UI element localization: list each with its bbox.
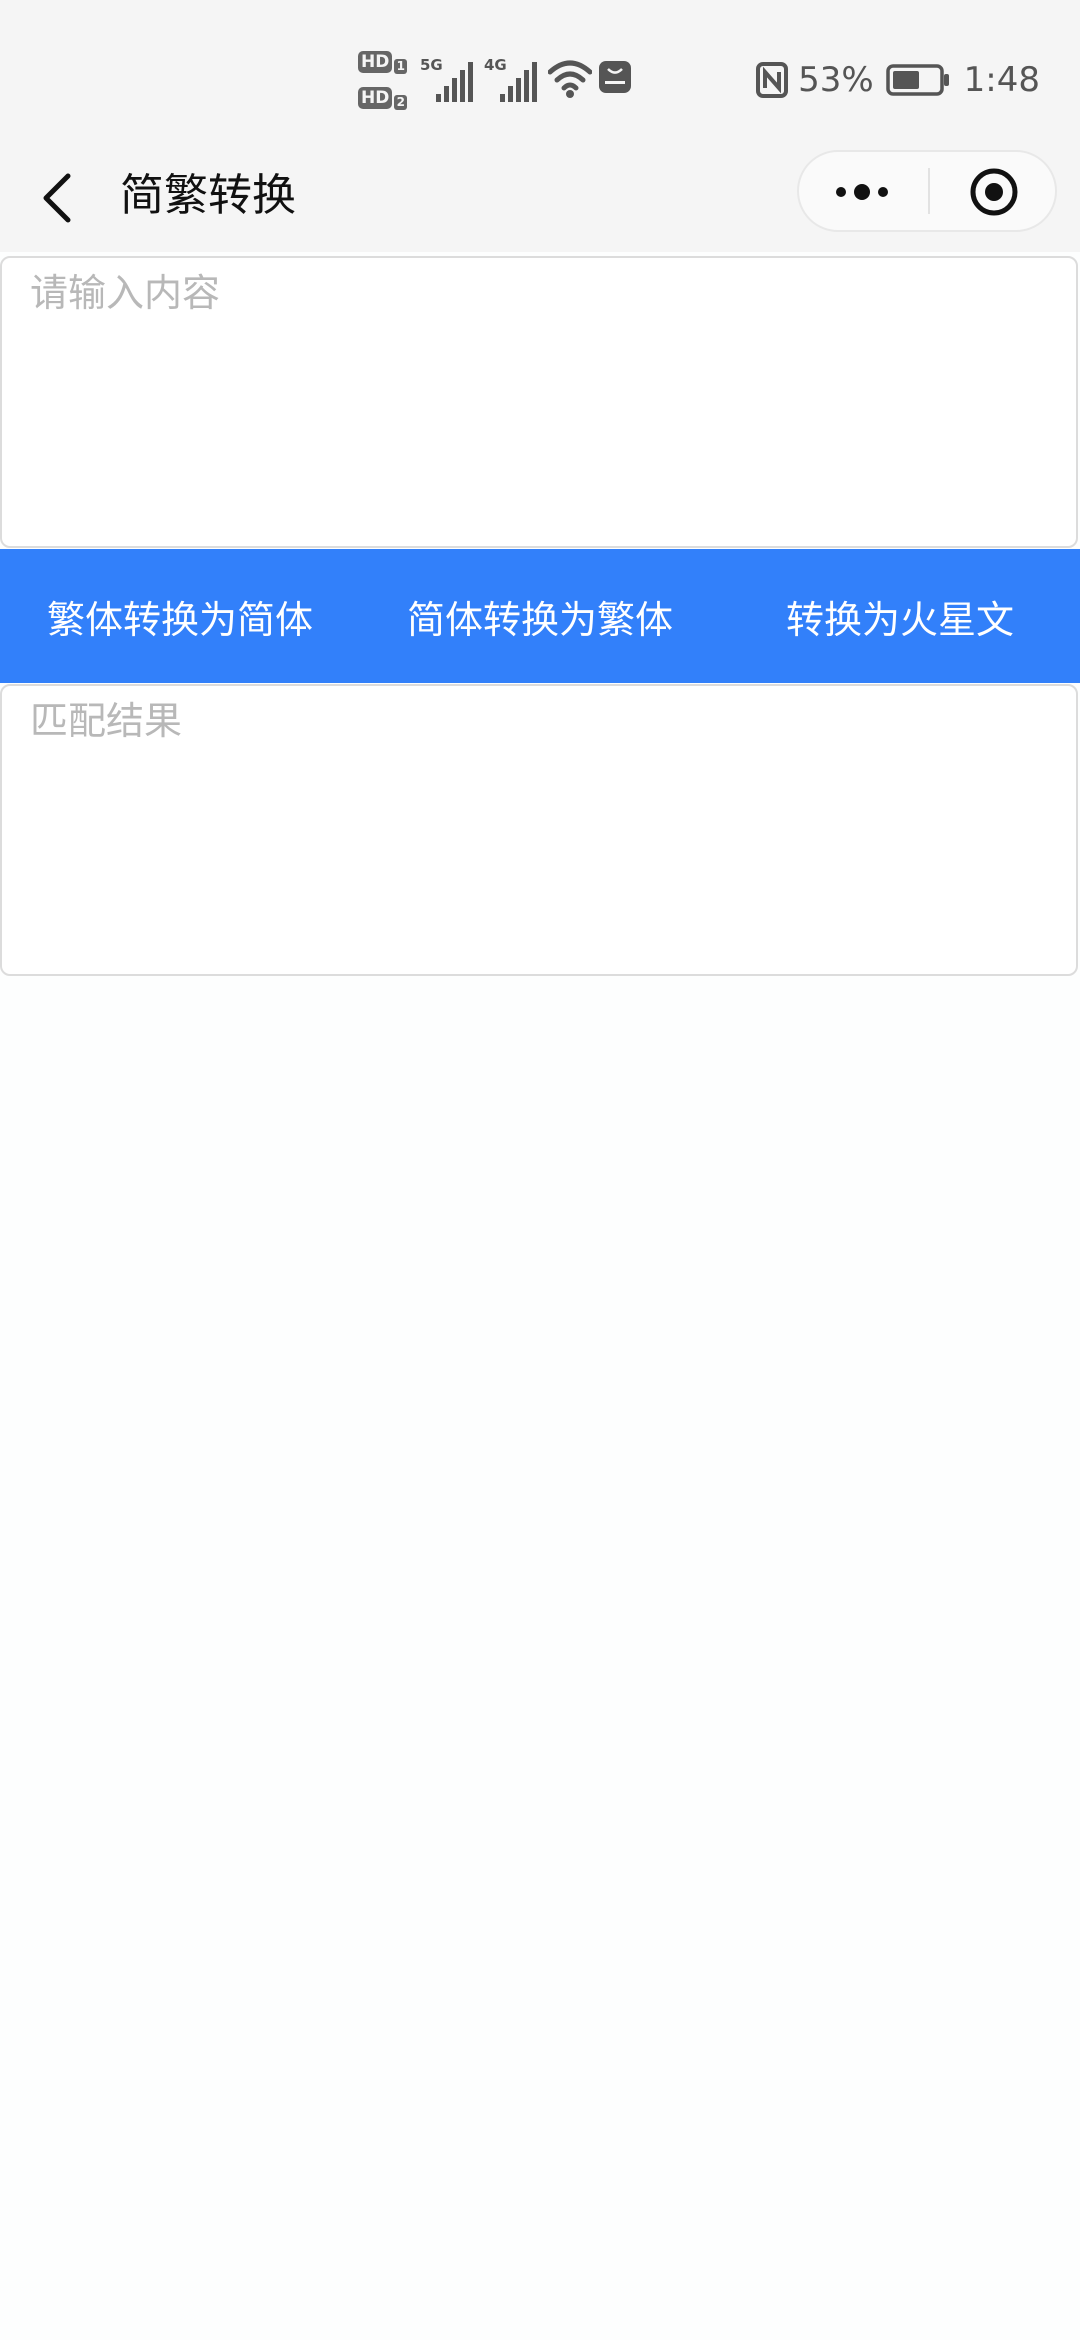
app-store-icon <box>599 61 631 93</box>
wifi-icon <box>548 60 592 98</box>
hd-sim1-icon: HD 1 <box>358 48 410 74</box>
close-button[interactable] <box>930 152 1055 230</box>
action-bar: 繁体转换为简体 简体转换为繁体 转换为火星文 <box>0 549 1080 683</box>
target-circle-icon <box>970 168 1018 216</box>
signal-icon <box>500 62 537 102</box>
signal-5g: 5G <box>420 56 480 104</box>
signal-icon <box>436 62 473 102</box>
battery-icon <box>885 64 949 96</box>
top-area: HD 1 HD 2 5G 4G 53% 1:48 简繁转换 <box>0 0 1080 252</box>
screen: HD 1 HD 2 5G 4G 53% 1:48 简繁转换 请输入内容 繁体转换… <box>0 0 1080 2340</box>
more-dots-icon <box>836 184 888 200</box>
input-textarea[interactable] <box>0 256 1078 548</box>
page-title: 简繁转换 <box>120 170 296 221</box>
more-button[interactable] <box>799 152 927 230</box>
nav-bar: 简繁转换 <box>0 150 1080 250</box>
battery-percent: 53% <box>798 60 874 100</box>
status-right: 53% 1:48 <box>756 50 1040 110</box>
chevron-left-icon <box>43 173 71 223</box>
clock: 1:48 <box>963 60 1040 100</box>
back-button[interactable] <box>38 168 78 228</box>
hd-indicators: HD 1 HD 2 <box>358 48 410 112</box>
hd-sim2-icon: HD 2 <box>358 84 410 110</box>
status-bar: HD 1 HD 2 5G 4G 53% 1:48 <box>0 0 1080 150</box>
mini-program-capsule <box>797 150 1057 232</box>
nfc-icon <box>756 62 789 98</box>
to-traditional-button[interactable]: 简体转换为繁体 <box>360 549 720 683</box>
status-icons: HD 1 HD 2 5G 4G <box>358 48 648 112</box>
to-simplified-button[interactable]: 繁体转换为简体 <box>0 549 360 683</box>
result-textarea[interactable] <box>0 684 1078 976</box>
signal-4g: 4G <box>484 56 544 104</box>
to-martian-button[interactable]: 转换为火星文 <box>720 549 1080 683</box>
